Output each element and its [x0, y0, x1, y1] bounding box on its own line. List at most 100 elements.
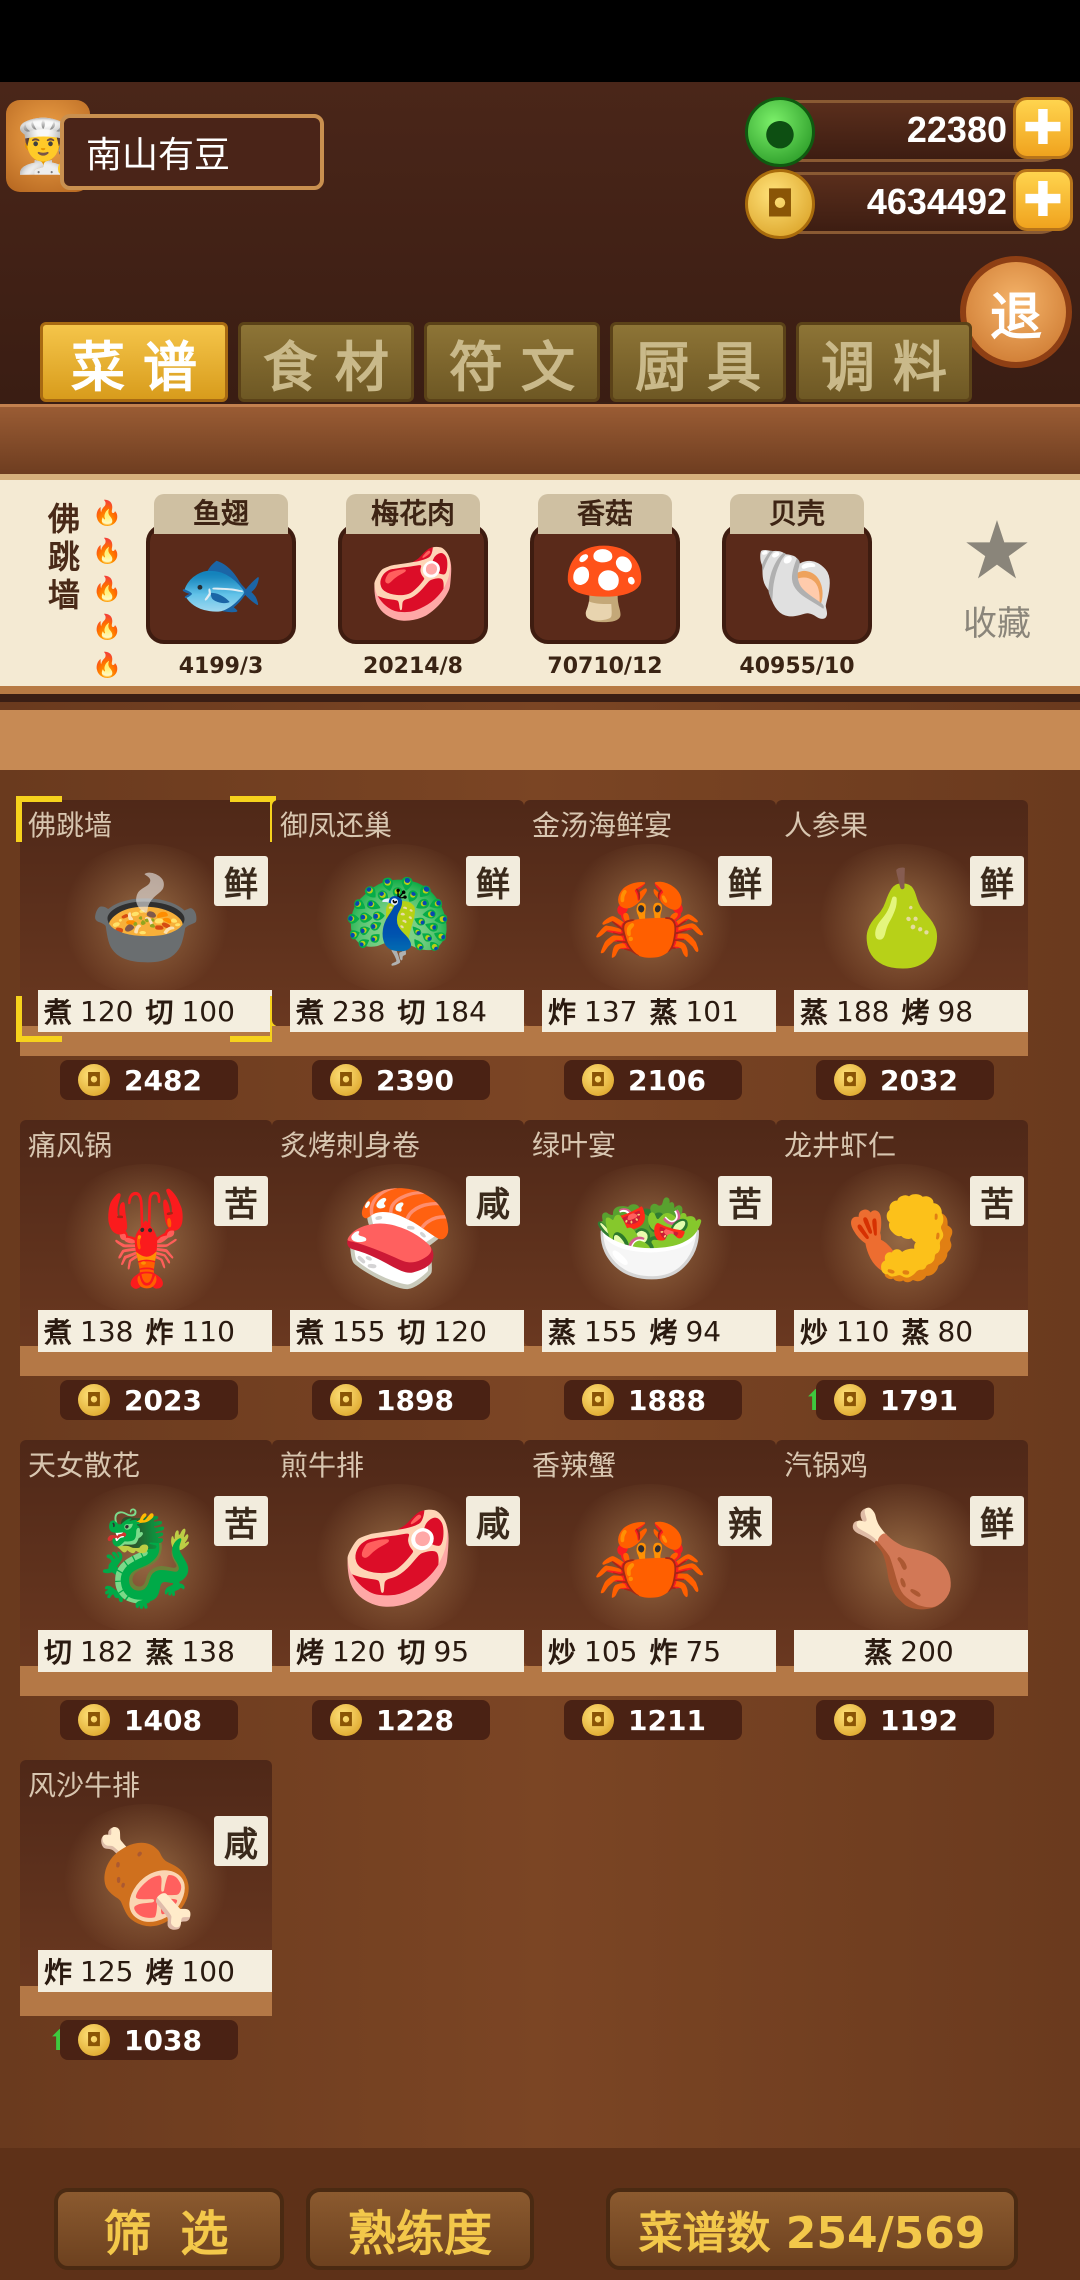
skill-value: 100	[181, 994, 235, 1028]
mastery-button[interactable]: 熟练度	[306, 2188, 534, 2270]
skill-name: 烤	[296, 1636, 325, 1669]
skill-name: 炒	[548, 1636, 577, 1669]
ingredient-count: 4199/3	[178, 654, 264, 679]
recipe-card[interactable]: 香辣蟹 🦀 辣炒 105 炸 75 ◘ 1211	[524, 1440, 776, 1750]
skill-value: 125	[80, 1954, 134, 1988]
player-name[interactable]: 南山有豆	[60, 114, 324, 190]
dish-icon: 🦚	[308, 844, 488, 994]
skill-value: 110	[181, 1314, 235, 1348]
skill-name: 烤	[649, 1316, 678, 1349]
tab-seasonings[interactable]: 调料	[796, 322, 972, 402]
category-tabs: 菜谱 食材 符文 厨具 调料	[40, 322, 972, 402]
recipe-name: 天女散花	[28, 1449, 141, 1482]
flavor-badge: 鲜	[214, 856, 268, 906]
skill-value: 155	[584, 1314, 638, 1348]
dish-icon: 🦀	[560, 1484, 740, 1634]
skill-value: 184	[433, 994, 487, 1028]
fire-icon: 🔥	[92, 575, 122, 603]
dish-icon: 🥗	[560, 1164, 740, 1314]
cooking-skills: 蒸 200	[794, 1630, 1028, 1672]
flavor-badge: 鲜	[466, 856, 520, 906]
tab-ingredients[interactable]: 食材	[238, 322, 414, 402]
skill-value: 94	[685, 1314, 722, 1348]
skill-value: 138	[80, 1314, 134, 1348]
recipe-card[interactable]: 风沙牛排🍖咸炸125烤100⬆◘1038	[20, 1760, 272, 2070]
recipe-name: 汽锅鸡	[784, 1449, 869, 1482]
flavor-badge: 咸	[466, 1176, 520, 1226]
skill-name: 蒸	[145, 1636, 174, 1669]
flavor-badge: 苦	[970, 1176, 1024, 1226]
add-coins-button[interactable]: ✚	[1013, 169, 1073, 231]
coin-icon: ◘	[834, 1704, 866, 1736]
ingredient-slot[interactable]: 🍄 香菇 70710/12	[530, 494, 680, 679]
tab-runes[interactable]: 符文	[424, 322, 600, 402]
recipe-price: ◘ 1888	[564, 1380, 742, 1420]
dish-icon: 🦀	[560, 844, 740, 994]
selection-corner	[230, 796, 276, 842]
flavor-badge: 苦	[718, 1176, 772, 1226]
dish-icon: 🍗	[812, 1484, 992, 1634]
skill-value: 101	[685, 994, 739, 1028]
ingredient-name: 香菇	[538, 494, 672, 534]
tab-recipes[interactable]: 菜谱	[40, 322, 228, 402]
detail-recipe-name: 佛跳墙	[47, 500, 80, 614]
recipe-count: 菜谱数 254/569	[606, 2188, 1018, 2270]
skill-name: 煮	[296, 1316, 325, 1349]
filter-button[interactable]: 筛 选	[54, 2188, 284, 2270]
player-name-text: 南山有豆	[86, 135, 231, 176]
dish-icon: 🐉	[56, 1484, 236, 1634]
coin-value: 4634492	[866, 181, 1007, 222]
star-icon: ★	[961, 504, 1033, 597]
add-jade-button[interactable]: ✚	[1013, 97, 1073, 159]
recipe-price: ◘ 1192	[816, 1700, 994, 1740]
flavor-badge: 咸	[214, 1816, 268, 1866]
recipe-card[interactable]: 煎牛排 🥩 咸烤 120 切 95 ◘ 1228	[272, 1440, 524, 1750]
ingredient-slot[interactable]: 🐚 贝壳 40955/10	[722, 494, 872, 679]
jade-currency: ● 22380 ✚	[745, 97, 1073, 167]
recipe-price: ◘ 1408	[60, 1700, 238, 1740]
skill-name: 炸	[44, 1956, 73, 1989]
coin-icon: ◘	[582, 1384, 614, 1416]
recipe-card[interactable]: 痛风锅 🦞 苦煮 138 炸 110 ◘ 2023	[20, 1120, 272, 1430]
recipe-card[interactable]: 汽锅鸡 🍗 鲜蒸 200 ◘ 1192	[776, 1440, 1028, 1750]
selection-corner	[230, 996, 276, 1042]
recipe-card[interactable]: 佛跳墙 🍲 鲜煮 120 切 100 ◘ 2482	[16, 796, 276, 1110]
recipe-card[interactable]: 金汤海鲜宴 🦀 鲜炸 137 蒸 101 ◘ 2106	[524, 800, 776, 1110]
skill-value: 120	[80, 994, 134, 1028]
coin-icon: ◘	[330, 1384, 362, 1416]
fire-level: 🔥 🔥 🔥 🔥 🔥	[92, 496, 122, 682]
flavor-badge: 苦	[214, 1496, 268, 1546]
skill-name: 蒸	[800, 996, 829, 1029]
exit-button[interactable]: 退	[960, 256, 1072, 368]
price-value: 1038	[124, 2023, 202, 2057]
recipe-card[interactable]: 绿叶宴 🥗 苦蒸 155 烤 94 ◘ 1888	[524, 1120, 776, 1430]
ingredient-slot[interactable]: 🥩 梅花肉 20214/8	[338, 494, 488, 679]
skill-name: 炸	[649, 1636, 678, 1669]
coin-icon: ◘	[78, 1384, 110, 1416]
recipe-card[interactable]: 龙井虾仁🍤苦炒110蒸80⬆◘1791	[776, 1120, 1028, 1430]
coin-icon: ◘	[834, 1384, 866, 1416]
skill-name: 炸	[145, 1316, 174, 1349]
skill-name: 烤	[901, 996, 930, 1029]
recipe-name: 煎牛排	[280, 1449, 365, 1482]
recipe-card[interactable]: 天女散花 🐉 苦切 182 蒸 138 ◘ 1408	[20, 1440, 272, 1750]
flavor-badge: 苦	[214, 1176, 268, 1226]
tab-utensils[interactable]: 厨具	[610, 322, 786, 402]
recipe-card[interactable]: 炙烤刺身卷 🍣 咸煮 155 切 120 ◘ 1898	[272, 1120, 524, 1430]
dish-icon: 🍲	[56, 844, 236, 994]
coin-icon: ◘	[582, 1064, 614, 1096]
recipe-card[interactable]: 人参果 🍐 鲜蒸 188 烤 98 ◘ 2032	[776, 800, 1028, 1110]
favorite-button[interactable]: ★ 收藏	[952, 506, 1042, 645]
skill-value: 238	[332, 994, 386, 1028]
recipe-price: ◘ 1228	[312, 1700, 490, 1740]
cooking-skills: 炒 110 蒸 80	[794, 1310, 1028, 1352]
price-value: 2482	[124, 1063, 202, 1097]
price-value: 1791	[880, 1383, 958, 1417]
cooking-skills: 炸 125 烤 100	[38, 1950, 272, 1992]
ingredient-slot[interactable]: 🐟 鱼翅 4199/3	[146, 494, 296, 679]
recipe-card[interactable]: 御凤还巢 🦚 鲜煮 238 切 184 ◘ 2390	[272, 800, 524, 1110]
skill-name: 炒	[800, 1316, 829, 1349]
recipe-price: ◘ 1211	[564, 1700, 742, 1740]
ingredient-count: 40955/10	[739, 654, 855, 679]
skill-value: 80	[937, 1314, 974, 1348]
